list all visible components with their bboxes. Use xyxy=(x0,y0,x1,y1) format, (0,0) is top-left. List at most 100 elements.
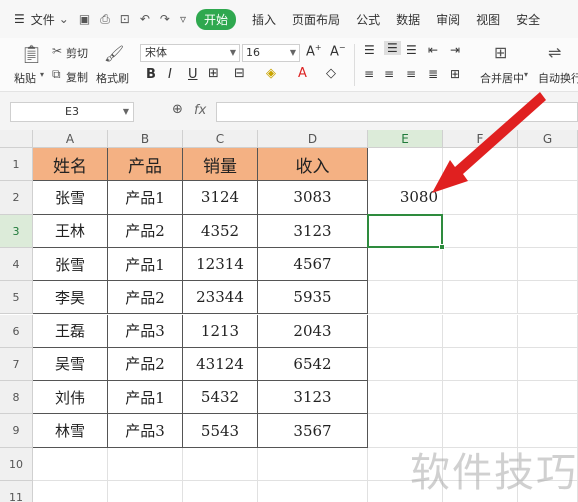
column-header-e[interactable]: E xyxy=(368,130,443,148)
tab-data[interactable]: 数据 xyxy=(396,11,420,28)
cell-d7[interactable]: 6542 xyxy=(258,347,368,382)
column-header-b[interactable]: B xyxy=(108,130,183,148)
cell-d11[interactable] xyxy=(258,481,368,502)
cell-g3[interactable] xyxy=(518,214,578,248)
wrap-text-icon[interactable]: ⇌ xyxy=(548,43,561,62)
format-painter-button[interactable]: 格式刷 xyxy=(96,70,129,86)
cell-e8[interactable] xyxy=(368,381,443,415)
cell-e5[interactable] xyxy=(368,281,443,315)
cell-b4[interactable]: 产品1 xyxy=(108,247,183,282)
align-left-icon[interactable]: ≡ xyxy=(364,67,374,81)
cell-d3[interactable]: 3123 xyxy=(258,214,368,248)
cell-f8[interactable] xyxy=(443,381,518,415)
cell-a3[interactable]: 王林 xyxy=(33,214,108,248)
tab-page-layout[interactable]: 页面布局 xyxy=(292,11,340,28)
column-header-g[interactable]: G xyxy=(518,130,578,148)
cell-f2[interactable] xyxy=(443,181,518,215)
cell-b7[interactable]: 产品2 xyxy=(108,347,183,382)
cell-g8[interactable] xyxy=(518,381,578,415)
cell-b1[interactable]: 产品 xyxy=(108,148,183,182)
cell-d6[interactable]: 2043 xyxy=(258,314,368,348)
clear-format-icon[interactable]: ◇ xyxy=(326,66,336,81)
chevron-down-icon[interactable]: ▾ xyxy=(524,70,528,79)
customize-dropdown-icon[interactable]: ▿ xyxy=(180,12,186,26)
cell-a6[interactable]: 王磊 xyxy=(33,314,108,348)
distributed-icon[interactable]: ⊞ xyxy=(450,67,460,81)
align-right-icon[interactable]: ≡ xyxy=(406,67,416,81)
cell-a5[interactable]: 李昊 xyxy=(33,281,108,315)
print-preview-icon[interactable]: ⊡ xyxy=(120,12,130,26)
cell-d4[interactable]: 4567 xyxy=(258,247,368,282)
select-all-corner[interactable] xyxy=(0,130,33,148)
format-painter-icon[interactable]: 🖌︎ xyxy=(104,44,124,63)
font-size-select[interactable]: 16 ▼ xyxy=(242,44,300,62)
hamburger-menu-icon[interactable]: ☰ xyxy=(14,12,25,26)
cell-e6[interactable] xyxy=(368,314,443,348)
cell-c1[interactable]: 销量 xyxy=(183,148,258,182)
cell-b6[interactable]: 产品3 xyxy=(108,314,183,348)
cell-g1[interactable] xyxy=(518,148,578,182)
cell-d9[interactable]: 3567 xyxy=(258,414,368,448)
cell-c11[interactable] xyxy=(183,481,258,502)
cell-c6[interactable]: 1213 xyxy=(183,314,258,348)
cell-d1[interactable]: 收入 xyxy=(258,148,368,182)
tab-view[interactable]: 视图 xyxy=(476,11,500,28)
cell-f5[interactable] xyxy=(443,281,518,315)
fill-color-icon[interactable]: ◈ xyxy=(266,66,276,81)
row-header-8[interactable]: 8 xyxy=(0,381,33,415)
underline-button[interactable]: U xyxy=(188,67,198,82)
font-color-icon[interactable]: A xyxy=(298,66,307,81)
copy-icon[interactable]: ⧉ xyxy=(52,67,61,82)
indent-decrease-icon[interactable]: ⇤ xyxy=(428,43,438,57)
cell-f3[interactable] xyxy=(443,214,518,248)
cell-a9[interactable]: 林雪 xyxy=(33,414,108,448)
tab-insert[interactable]: 插入 xyxy=(252,11,276,28)
column-header-f[interactable]: F xyxy=(443,130,518,148)
undo-icon[interactable]: ↶ xyxy=(140,12,150,26)
tab-formulas[interactable]: 公式 xyxy=(356,11,380,28)
cell-d10[interactable] xyxy=(258,447,368,481)
wrap-text-button[interactable]: 自动换行 xyxy=(538,70,578,86)
cell-style-icon[interactable]: ⊟ xyxy=(234,66,245,81)
row-header-9[interactable]: 9 xyxy=(0,414,33,448)
cell-e4[interactable] xyxy=(368,247,443,282)
merge-center-icon[interactable]: ⊞ xyxy=(494,43,507,62)
tab-security[interactable]: 安全 xyxy=(516,11,540,28)
cell-a7[interactable]: 吴雪 xyxy=(33,347,108,382)
bold-button[interactable]: B xyxy=(146,67,156,82)
cell-g5[interactable] xyxy=(518,281,578,315)
fx-label[interactable]: fx xyxy=(194,103,206,118)
active-cell-selection[interactable] xyxy=(367,213,443,248)
cell-b3[interactable]: 产品2 xyxy=(108,214,183,248)
column-header-c[interactable]: C xyxy=(183,130,258,148)
row-header-2[interactable]: 2 xyxy=(0,181,33,215)
cut-button[interactable]: 剪切 xyxy=(66,45,88,61)
cell-a1[interactable]: 姓名 xyxy=(33,148,108,182)
font-name-select[interactable]: 宋体 ▼ xyxy=(140,44,240,62)
fill-handle[interactable] xyxy=(439,243,445,250)
cell-c4[interactable]: 12314 xyxy=(183,247,258,282)
cell-f1[interactable] xyxy=(443,148,518,182)
menu-file[interactable]: 文件 xyxy=(31,11,55,28)
cell-a10[interactable] xyxy=(33,447,108,481)
save-icon[interactable]: ▣ xyxy=(79,12,90,26)
cell-b5[interactable]: 产品2 xyxy=(108,281,183,315)
italic-button[interactable]: I xyxy=(168,67,172,82)
cell-c8[interactable]: 5432 xyxy=(183,381,258,415)
row-header-4[interactable]: 4 xyxy=(0,247,33,282)
cell-g2[interactable] xyxy=(518,181,578,215)
paste-button[interactable]: 粘贴 xyxy=(14,70,36,86)
cell-c2[interactable]: 3124 xyxy=(183,181,258,215)
cell-b8[interactable]: 产品1 xyxy=(108,381,183,415)
align-bottom-icon[interactable]: ☰ xyxy=(406,43,417,57)
row-header-3[interactable]: 3 xyxy=(0,214,33,248)
cell-b11[interactable] xyxy=(108,481,183,502)
cell-g4[interactable] xyxy=(518,247,578,282)
cell-c10[interactable] xyxy=(183,447,258,481)
row-header-11[interactable]: 11 xyxy=(0,481,33,502)
print-icon[interactable]: ⎙ xyxy=(100,12,110,27)
cell-c3[interactable]: 4352 xyxy=(183,214,258,248)
cell-e1[interactable] xyxy=(368,148,443,182)
cell-e7[interactable] xyxy=(368,347,443,382)
cell-f7[interactable] xyxy=(443,347,518,382)
